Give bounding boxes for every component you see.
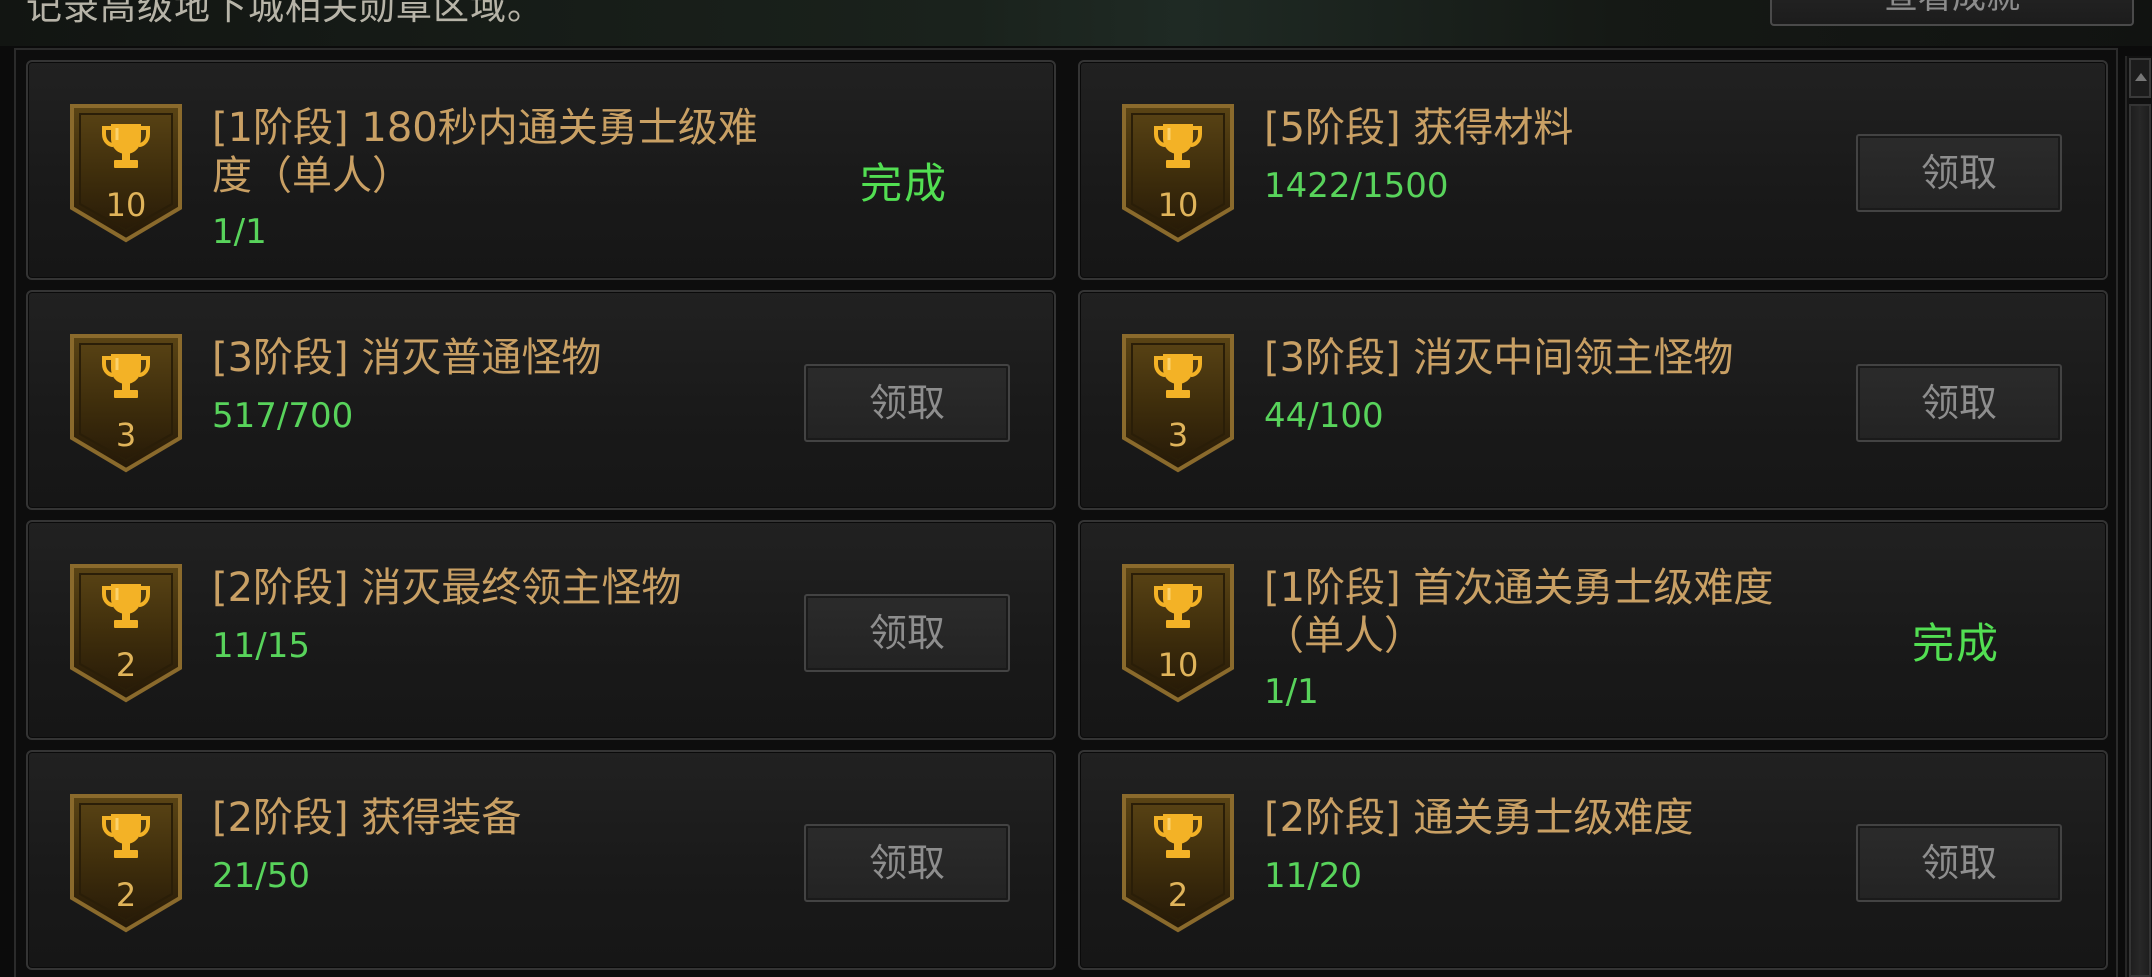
achievement-progress: 517/700 [212,396,354,436]
achievement-badge: 10 [68,102,184,244]
claim-button[interactable]: 领取 [1856,364,2062,442]
trophy-icon [1154,814,1202,858]
claim-button[interactable]: 领取 [804,364,1010,442]
badge-points: 10 [105,186,147,224]
scrollbar-thumb[interactable] [2129,104,2151,977]
badge-points: 10 [1157,646,1199,684]
achievement-progress: 11/20 [1264,856,1362,896]
achievement-title: [2阶段] 通关勇士级难度 [1264,795,1694,841]
achievement-title: [1阶段] 首次通关勇士级难度（单人） [1264,565,1774,659]
badge-points: 3 [115,416,137,454]
achievement-badge: 10 [1120,562,1236,704]
achievement-window: 记录高级地下城相关勋章区域。 查看成就 [0,0,2152,977]
trophy-icon [102,584,150,628]
header-button-label: 查看成就 [1772,0,2132,18]
achievement-badge: 3 [68,332,184,474]
claim-button[interactable]: 领取 [804,594,1010,672]
achievement-title: [2阶段] 消灭最终领主怪物 [212,565,682,611]
achievement-title: [3阶段] 消灭普通怪物 [212,335,602,381]
achievement-title: [5阶段] 获得材料 [1264,105,1574,151]
achievement-card: 3 [3阶段] 消灭普通怪物 517/700 领取 [26,290,1056,510]
trophy-icon [1154,124,1202,168]
trophy-icon [1154,354,1202,398]
header-text: 记录高级地下城相关勋章区域。 [26,0,545,28]
achievement-card: 2 [2阶段] 消灭最终领主怪物 11/15 领取 [26,520,1056,740]
achievement-progress: 21/50 [212,856,310,896]
complete-label: 完成 [859,159,948,208]
header-bar: 记录高级地下城相关勋章区域。 查看成就 [0,0,2152,46]
achievement-progress: 1422/1500 [1264,166,1449,206]
badge-points: 2 [115,876,137,914]
achievement-card: 10 [1阶段] 首次通关勇士级难度（单人） 1/1 完成 [1078,520,2108,740]
badge-points: 10 [1157,186,1199,224]
claim-button[interactable]: 领取 [1856,824,2062,902]
badge-points: 2 [115,646,137,684]
claim-button[interactable]: 领取 [1856,134,2062,212]
achievement-progress: 11/15 [212,626,310,666]
scrollbar[interactable] [2125,56,2152,977]
trophy-icon [102,124,150,168]
complete-label: 完成 [1911,619,2000,668]
achievement-title: [2阶段] 获得装备 [212,795,522,841]
badge-points: 2 [1167,876,1189,914]
achievement-card: 2 [2阶段] 通关勇士级难度 11/20 领取 [1078,750,2108,970]
trophy-icon [102,354,150,398]
achievement-progress: 44/100 [1264,396,1384,436]
achievement-badge: 3 [1120,332,1236,474]
achievement-badge: 2 [68,792,184,934]
achievement-card: 3 [3阶段] 消灭中间领主怪物 44/100 领取 [1078,290,2108,510]
achievement-progress: 1/1 [1264,672,1319,712]
achievement-badge: 2 [1120,792,1236,934]
achievement-title: [1阶段] 180秒内通关勇士级难度（单人） [212,105,758,199]
achievement-card: 10 [5阶段] 获得材料 1422/1500 领取 [1078,60,2108,280]
achievement-badge: 10 [1120,102,1236,244]
achievement-card: 2 [2阶段] 获得装备 21/50 领取 [26,750,1056,970]
trophy-icon [102,814,150,858]
chevron-up-icon[interactable] [2129,58,2151,98]
achievement-title: [3阶段] 消灭中间领主怪物 [1264,335,1734,381]
claim-button[interactable]: 领取 [804,824,1010,902]
achievement-badge: 2 [68,562,184,704]
trophy-icon [1154,584,1202,628]
achievement-progress: 1/1 [212,212,267,252]
achievement-card: 10 [1阶段] 180秒内通关勇士级难度（单人） 1/1 完成 [26,60,1056,280]
header-button[interactable]: 查看成就 [1770,0,2134,26]
badge-points: 3 [1167,416,1189,454]
